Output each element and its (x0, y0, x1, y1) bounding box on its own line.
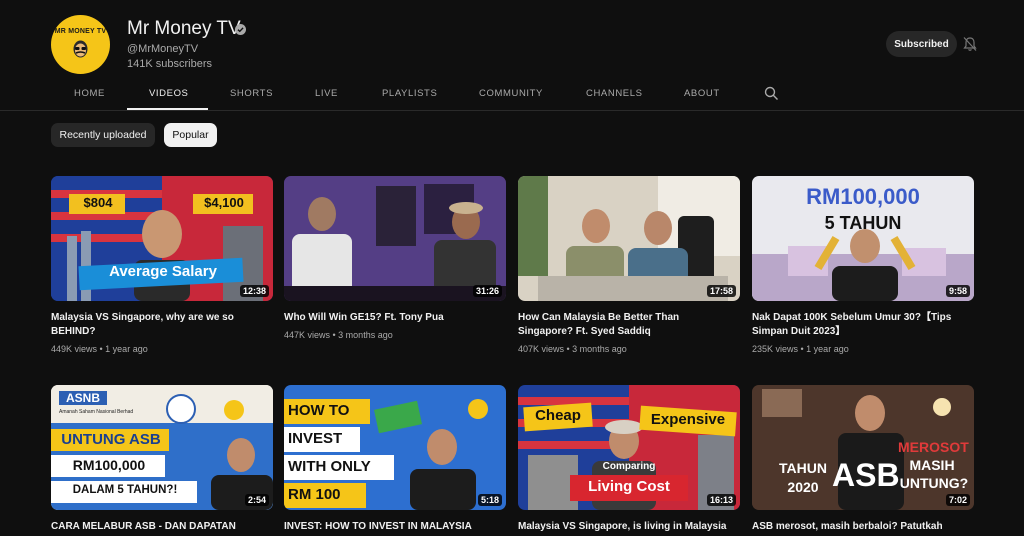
thumb-caption: MEROSOT (898, 439, 969, 455)
thumb-caption: WITH ONLY (288, 458, 371, 475)
thumb-caption: Amanah Saham Nasional Berhad (59, 409, 134, 415)
video-duration: 16:13 (706, 494, 736, 506)
video-card[interactable]: Cheap Expensive Comparing Living Cost 16… (518, 385, 740, 534)
thumb-caption: DALAM 5 TAHUN?! (72, 484, 178, 496)
thumb-caption: 2020 (787, 479, 819, 495)
tab-shorts[interactable]: SHORTS (230, 88, 273, 99)
video-title[interactable]: Malaysia VS Singapore, is living in Mala… (518, 520, 736, 534)
video-thumbnail[interactable]: 17:58 (518, 176, 740, 301)
thumb-caption: TAHUN (779, 460, 827, 476)
verified-check-icon (235, 24, 246, 35)
video-duration: 12:38 (239, 285, 269, 297)
channel-header: MR MONEY TV Mr Money TV @MrMoneyTV 141K … (0, 0, 1024, 76)
thumb-caption: Expensive (650, 411, 726, 428)
thumb-caption: RM100,000 (72, 457, 146, 473)
tab-playlists[interactable]: PLAYLISTS (382, 88, 437, 99)
channel-handle: @MrMoneyTV (127, 43, 199, 55)
thumb-caption: RM 100 (288, 486, 341, 503)
video-meta: 235K views • 1 year ago (752, 344, 849, 354)
thumb-caption: INVEST (288, 430, 343, 447)
video-duration: 31:26 (472, 285, 502, 297)
thumb-caption: ASB (832, 457, 900, 493)
thumb-caption: $804 (83, 195, 113, 210)
video-card[interactable]: TAHUN 2020 ASB MEROSOT MASIH UNTUNG? 7:0… (752, 385, 974, 534)
video-meta: 407K views • 3 months ago (518, 344, 627, 354)
video-card[interactable]: 31:26 Who Will Win GE15? Ft. Tony Pua 44… (284, 176, 506, 340)
tab-community[interactable]: COMMUNITY (479, 88, 543, 99)
thumb-caption: $4,100 (204, 195, 244, 210)
video-thumbnail[interactable]: 31:26 (284, 176, 506, 301)
active-tab-indicator (127, 108, 208, 110)
thumb-caption: Comparing (602, 461, 656, 472)
thumb-caption: UNTUNG? (899, 475, 969, 491)
thumb-caption: Average Salary (109, 263, 217, 280)
video-duration: 2:54 (244, 494, 269, 506)
thumb-caption: 5 TAHUN (824, 213, 902, 233)
thumb-caption: ASNB (59, 391, 107, 405)
channel-avatar[interactable]: MR MONEY TV (51, 15, 110, 74)
mascot-face-icon (73, 40, 88, 58)
video-thumbnail[interactable]: ASNB Amanah Saham Nasional Berhad UNTUNG… (51, 385, 273, 510)
thumb-caption: Living Cost (588, 478, 670, 495)
tab-channels[interactable]: CHANNELS (586, 88, 643, 99)
thumb-caption: Cheap (535, 407, 581, 424)
video-title[interactable]: ASB merosot, masih berbaloi? Patutkah (752, 520, 970, 534)
video-title[interactable]: Malaysia VS Singapore, why are we so BEH… (51, 311, 269, 339)
notifications-off-icon[interactable] (961, 35, 979, 53)
subscribed-button[interactable]: Subscribed (886, 31, 957, 57)
video-title[interactable]: Nak Dapat 100K Sebelum Umur 30?【Tips Sim… (752, 311, 970, 339)
tab-about[interactable]: ABOUT (684, 88, 720, 99)
video-title[interactable]: How Can Malaysia Be Better Than Singapor… (518, 311, 736, 339)
video-card[interactable]: ASNB Amanah Saham Nasional Berhad UNTUNG… (51, 385, 273, 534)
video-title[interactable]: Who Will Win GE15? Ft. Tony Pua (284, 311, 502, 325)
thumbnail-image (284, 176, 506, 301)
video-card[interactable]: RM100,000 5 TAHUN 9:58 Nak Dapat 100K Se… (752, 176, 974, 354)
search-icon[interactable] (764, 86, 779, 101)
tab-live[interactable]: LIVE (315, 88, 338, 99)
subscriber-count: 141K subscribers (127, 58, 212, 70)
video-title[interactable]: CARA MELABUR ASB - DAN DAPATAN (51, 520, 269, 534)
thumb-caption: UNTUNG ASB (61, 431, 161, 448)
video-card[interactable]: HOW TO INVEST WITH ONLY RM 100 5:18 INVE… (284, 385, 506, 534)
video-card[interactable]: 17:58 How Can Malaysia Be Better Than Si… (518, 176, 740, 354)
video-duration: 9:58 (945, 285, 970, 297)
video-thumbnail[interactable]: TAHUN 2020 ASB MEROSOT MASIH UNTUNG? 7:0… (752, 385, 974, 510)
video-card[interactable]: $804 $4,100 Average Salary 12:38 Malaysi… (51, 176, 273, 354)
video-duration: 5:18 (477, 494, 502, 506)
video-meta: 449K views • 1 year ago (51, 344, 148, 354)
video-duration: 7:02 (945, 494, 970, 506)
channel-name: Mr Money TV (127, 18, 241, 39)
chip-popular[interactable]: Popular (164, 123, 217, 147)
video-thumbnail[interactable]: HOW TO INVEST WITH ONLY RM 100 5:18 (284, 385, 506, 510)
tab-videos[interactable]: VIDEOS (149, 88, 189, 99)
thumbnail-image (518, 176, 740, 301)
thumb-caption: RM100,000 (806, 184, 920, 209)
video-thumbnail[interactable]: $804 $4,100 Average Salary 12:38 (51, 176, 273, 301)
tab-home[interactable]: HOME (74, 88, 105, 99)
avatar-text: MR MONEY TV (54, 28, 107, 35)
chip-recently-uploaded[interactable]: Recently uploaded (51, 123, 155, 147)
thumb-caption: MASIH (909, 457, 955, 473)
channel-tabs: HOME VIDEOS SHORTS LIVE PLAYLISTS COMMUN… (0, 76, 1024, 111)
video-thumbnail[interactable]: RM100,000 5 TAHUN 9:58 (752, 176, 974, 301)
thumb-caption: HOW TO (288, 402, 350, 419)
video-thumbnail[interactable]: Cheap Expensive Comparing Living Cost 16… (518, 385, 740, 510)
video-duration: 17:58 (706, 285, 736, 297)
video-meta: 447K views • 3 months ago (284, 330, 393, 340)
video-title[interactable]: INVEST: HOW TO INVEST IN MALAYSIA (284, 520, 502, 534)
